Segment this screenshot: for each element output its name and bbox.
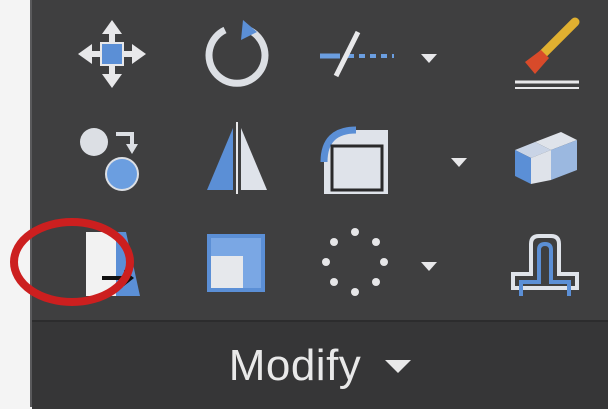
chevron-down-icon: [451, 158, 467, 167]
copy-button[interactable]: [57, 108, 167, 208]
explode-icon: [515, 132, 577, 184]
trim-dropdown[interactable]: [415, 44, 443, 72]
chevron-down-icon[interactable]: [383, 357, 413, 375]
fillet-button[interactable]: [302, 108, 412, 208]
array-button[interactable]: [300, 212, 410, 312]
fillet-icon: [320, 126, 388, 194]
trim-button[interactable]: [302, 4, 412, 104]
mirror-icon: [207, 122, 267, 194]
highlight-circle: [10, 218, 134, 306]
offset-button[interactable]: [490, 212, 600, 312]
chevron-down-icon: [421, 54, 437, 63]
array-dropdown[interactable]: [415, 252, 443, 280]
chevron-down-icon: [421, 262, 437, 271]
modify-panel: Modify: [30, 0, 608, 409]
move-button[interactable]: [57, 4, 167, 104]
trim-icon: [320, 30, 394, 78]
array-icon: [322, 228, 388, 296]
explode-button[interactable]: [490, 108, 600, 208]
mirror-button[interactable]: [182, 108, 292, 208]
fillet-dropdown[interactable]: [445, 148, 473, 176]
erase-brush-icon: [515, 17, 580, 89]
offset-icon: [511, 234, 579, 296]
copy-icon: [80, 128, 139, 191]
rotate-icon: [205, 20, 269, 87]
scale-button[interactable]: [182, 212, 292, 312]
panel-footer[interactable]: Modify: [32, 320, 608, 409]
move-icon: [78, 20, 146, 88]
scale-icon: [207, 234, 265, 292]
panel-title: Modify: [228, 340, 362, 390]
rotate-button[interactable]: [182, 4, 292, 104]
erase-button[interactable]: [490, 4, 600, 104]
